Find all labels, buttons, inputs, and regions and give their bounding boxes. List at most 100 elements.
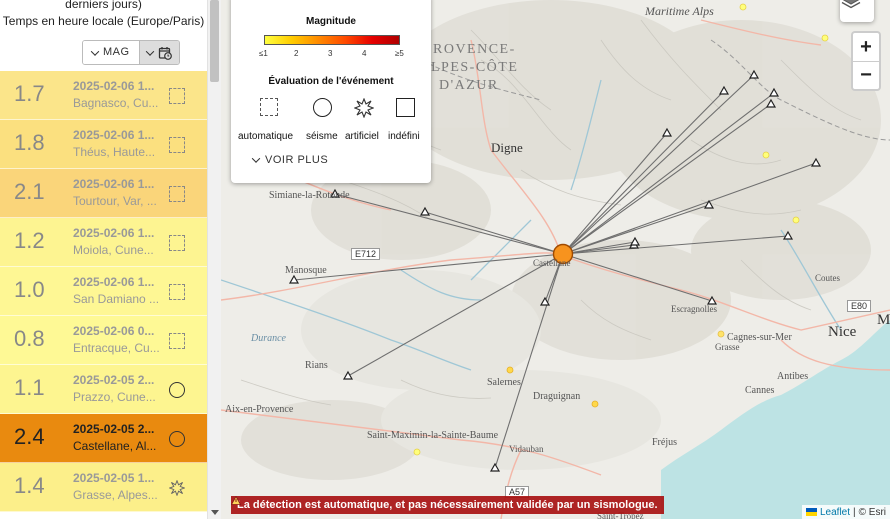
label-manosque: Manosque [285, 265, 327, 276]
voir-plus-button[interactable]: VOIR PLUS [251, 154, 329, 166]
sidebar-scrollbar[interactable] [207, 0, 221, 519]
event-magnitude: 1.4 [14, 473, 45, 498]
label-simiane: Simiane-la-Rotonde [269, 190, 350, 201]
label-rians: Rians [305, 360, 328, 371]
ukraine-flag-icon [805, 508, 817, 516]
event-magnitude: 1.8 [14, 130, 45, 155]
undefined-square-icon [396, 98, 415, 117]
sort-mag-label: MAG [103, 46, 130, 58]
seisme-circle-icon [313, 98, 332, 117]
zoom-in-button[interactable]: + [853, 33, 879, 61]
event-row[interactable]: 1.8 2025-02-06 1... Théus, Haute... [0, 120, 207, 169]
tick-label: 2 [294, 49, 299, 58]
esri-attribution: © Esri [858, 506, 886, 518]
event-row[interactable]: 0.8 2025-02-06 0... Entracque, Cu... [0, 316, 207, 365]
event-date: 2025-02-06 1... [73, 275, 155, 289]
label-digne: Digne [491, 140, 523, 155]
tick-label: 3 [328, 49, 333, 58]
label-cannes: Cannes [745, 385, 775, 396]
layers-icon [841, 0, 861, 9]
scrollbar-thumb[interactable] [210, 0, 219, 82]
event-row[interactable]: 2.1 2025-02-06 1... Tourtour, Var, ... [0, 169, 207, 218]
sort-by-magnitude-button[interactable]: MAG [83, 41, 139, 64]
event-place: San Damiano ... [73, 292, 160, 306]
warning-icon [231, 496, 241, 505]
event-date: 2025-02-05 2... [73, 373, 155, 387]
sort-by-date-button[interactable] [138, 41, 179, 64]
event-date: 2025-02-06 1... [73, 177, 155, 191]
voir-plus-label: VOIR PLUS [265, 154, 329, 166]
tick-label: ≤1 [259, 49, 268, 58]
tick-label: ≥5 [395, 49, 404, 58]
label-draguignan: Draguignan [533, 391, 581, 402]
label-e712: E712 [351, 248, 381, 260]
zoom-control: + − [851, 31, 881, 91]
label-region-3: D'AZUR [439, 78, 499, 93]
event-row[interactable]: 1.0 2025-02-06 1... San Damiano ... [0, 267, 207, 316]
automatic-square-icon [260, 98, 278, 116]
label-coutes: Coutes [815, 273, 841, 283]
event-place: Prazzo, Cune... [73, 390, 156, 404]
label-m: M [877, 312, 890, 328]
label-nice: Nice [828, 324, 857, 340]
automatic-square-icon [169, 284, 185, 300]
automatic-detection-alert: La détection est automatique, et pas néc… [231, 496, 664, 514]
event-date: 2025-02-06 0... [73, 324, 155, 338]
explosion-icon [169, 480, 185, 496]
label-region-2: LPES-CÔTE [431, 60, 519, 75]
automatic-square-icon [169, 137, 185, 153]
event-place: Castellane, Al... [73, 439, 157, 453]
alert-text: La détection est automatique, et pas néc… [237, 499, 658, 511]
chevron-down-icon [251, 154, 261, 163]
scroll-down-arrow-icon[interactable] [211, 510, 219, 515]
chevron-down-icon [145, 46, 154, 56]
event-date: 2025-02-06 1... [73, 79, 155, 93]
event-date: 2025-02-06 1... [73, 128, 155, 142]
event-magnitude: 0.8 [14, 326, 45, 351]
event-magnitude: 2.1 [14, 179, 45, 204]
evaluation-title: Évaluation de l'événement [268, 76, 394, 87]
sidebar-header: derniers jours) Temps en heure locale (E… [0, 0, 207, 71]
event-row[interactable]: 1.7 2025-02-06 1... Bagnasco, Cu... [0, 71, 207, 120]
event-magnitude: 1.7 [14, 81, 45, 106]
label-durance: Durance [251, 333, 286, 344]
leaflet-link[interactable]: Leaflet [820, 507, 850, 518]
event-magnitude: 1.2 [14, 228, 45, 253]
layers-button[interactable] [840, 0, 874, 22]
automatic-square-icon [169, 88, 185, 104]
header-period-text: derniers jours) [65, 0, 142, 11]
automatic-square-icon [169, 333, 185, 349]
label-region-1: ROVENCE- [433, 42, 516, 57]
event-row[interactable]: 1.1 2025-02-05 2... Prazzo, Cune... [0, 365, 207, 414]
attribution-separator: | [853, 506, 856, 518]
event-list: 1.7 2025-02-06 1... Bagnasco, Cu... 1.8 2025… [0, 71, 207, 512]
type-label-automatique: automatique [238, 131, 294, 142]
label-cagnes: Cagnes-sur-Mer [727, 332, 792, 343]
seisme-circle-icon [169, 382, 185, 398]
label-aix: Aix-en-Provence [225, 404, 294, 415]
label-castellane: Castellane [533, 258, 571, 268]
seisme-circle-icon [169, 431, 185, 447]
event-place: Entracque, Cu... [73, 341, 160, 355]
label-escragnolles: Escragnolles [671, 304, 717, 314]
event-date: 2025-02-05 1... [73, 471, 155, 485]
header-timezone-text: Temps en heure locale (Europe/Paris) [2, 14, 205, 28]
label-grasse: Grasse [715, 342, 740, 352]
event-magnitude: 1.1 [14, 375, 45, 400]
event-row[interactable]: 1.2 2025-02-06 1... Moiola, Cune... [0, 218, 207, 267]
type-label-seisme: séisme [306, 131, 338, 142]
event-row[interactable]: 1.4 2025-02-05 1... Grasse, Alpes... [0, 463, 207, 512]
map-legend: Magnitude ≤1 2 3 4 ≥5 Évaluation de l'év… [231, 0, 431, 183]
chevron-down-icon [90, 46, 100, 56]
event-place: Tourtour, Var, ... [73, 194, 157, 208]
zoom-out-button[interactable]: − [853, 61, 879, 89]
magnitude-color-scale [264, 35, 400, 45]
event-place: Moiola, Cune... [73, 243, 154, 257]
calendar-clock-icon [158, 46, 172, 60]
map-view[interactable]: Maritime Alps ROVENCE- LPES-CÔTE D'AZUR … [221, 0, 890, 519]
explosion-icon [354, 98, 374, 118]
event-row[interactable]: 2.4 2025-02-05 2... Castellane, Al... [0, 414, 207, 463]
automatic-square-icon [169, 186, 185, 202]
type-label-artificiel: artificiel [345, 131, 379, 142]
event-date: 2025-02-05 2... [73, 422, 155, 436]
